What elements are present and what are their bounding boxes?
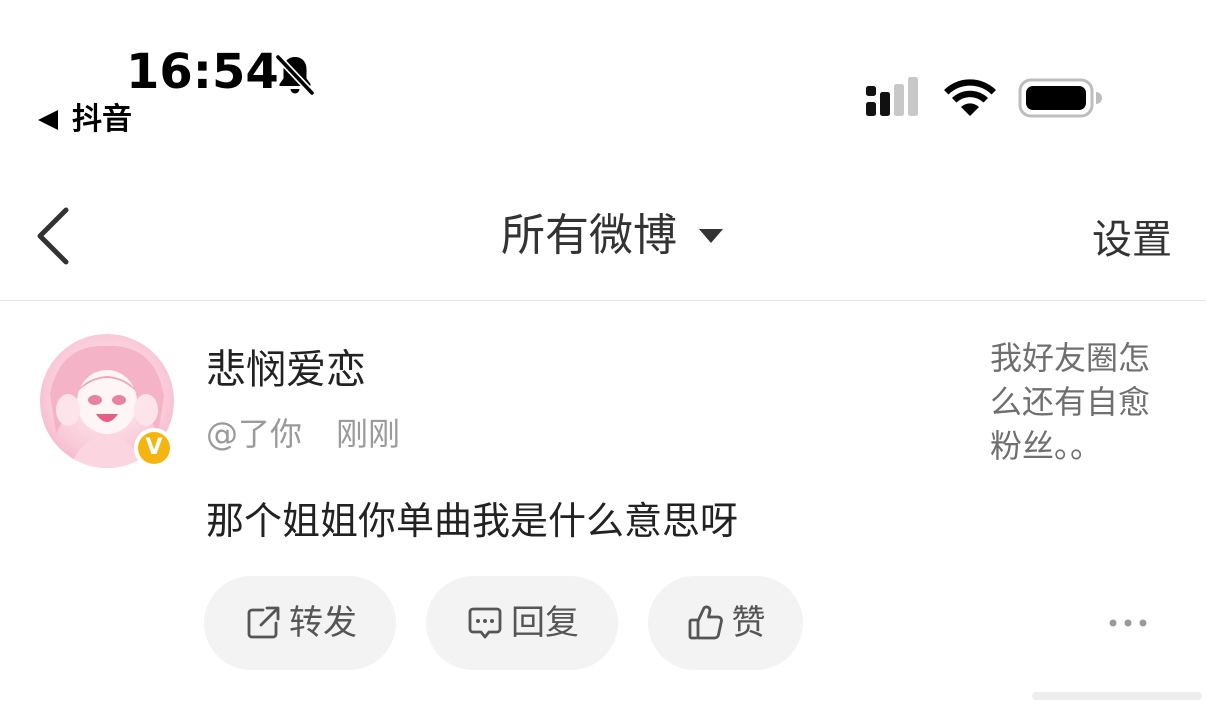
- quoted-text-line: 粉丝。。: [990, 427, 1103, 465]
- feed-filter-dropdown[interactable]: 所有微博: [501, 204, 723, 268]
- battery-icon: [1018, 78, 1102, 118]
- share-icon: [247, 606, 280, 639]
- like-label: 赞: [731, 603, 766, 643]
- post-body: 那个姐姐你单曲我是什么意思呀: [206, 499, 739, 543]
- comment-icon: [468, 607, 502, 639]
- back-to-app-button[interactable]: 抖音: [38, 100, 132, 140]
- status-time: 16:54: [126, 44, 279, 100]
- more-icon[interactable]: [1106, 612, 1150, 634]
- nav-title-container: 所有微博: [0, 204, 1206, 268]
- quoted-text-line: 么还有自愈: [990, 383, 1151, 421]
- wifi-icon: [944, 79, 996, 116]
- caret-down-icon: [699, 229, 723, 243]
- back-app-label: 抖音: [72, 102, 132, 137]
- like-button[interactable]: 赞: [648, 576, 803, 670]
- back-triangle-icon: [38, 110, 58, 130]
- bell-slash-icon: [274, 53, 316, 97]
- repost-button[interactable]: 转发: [204, 576, 396, 670]
- post-time: 刚刚: [336, 415, 401, 453]
- quoted-text[interactable]: 我好友圈怎 么还有自愈 粉丝。。: [990, 336, 1176, 468]
- reply-button[interactable]: 回复: [426, 576, 618, 670]
- verified-badge-letter: V: [138, 432, 170, 464]
- nav-divider: [0, 300, 1206, 301]
- thumbs-up-icon: [688, 605, 723, 640]
- chevron-left-icon[interactable]: [30, 204, 76, 268]
- page-title: 所有微博: [501, 210, 677, 261]
- signal-icon: [866, 77, 918, 116]
- settings-button[interactable]: 设置: [1092, 210, 1172, 270]
- quoted-text-line: 我好友圈怎: [990, 339, 1151, 377]
- home-indicator: [1032, 692, 1202, 700]
- post-meta: @了你 刚刚: [206, 412, 400, 456]
- user-handle: @了你: [206, 415, 303, 453]
- reply-label: 回复: [511, 603, 579, 643]
- repost-label: 转发: [289, 603, 357, 643]
- username[interactable]: 悲悯爱恋: [206, 342, 366, 398]
- verified-icon: V: [134, 428, 174, 468]
